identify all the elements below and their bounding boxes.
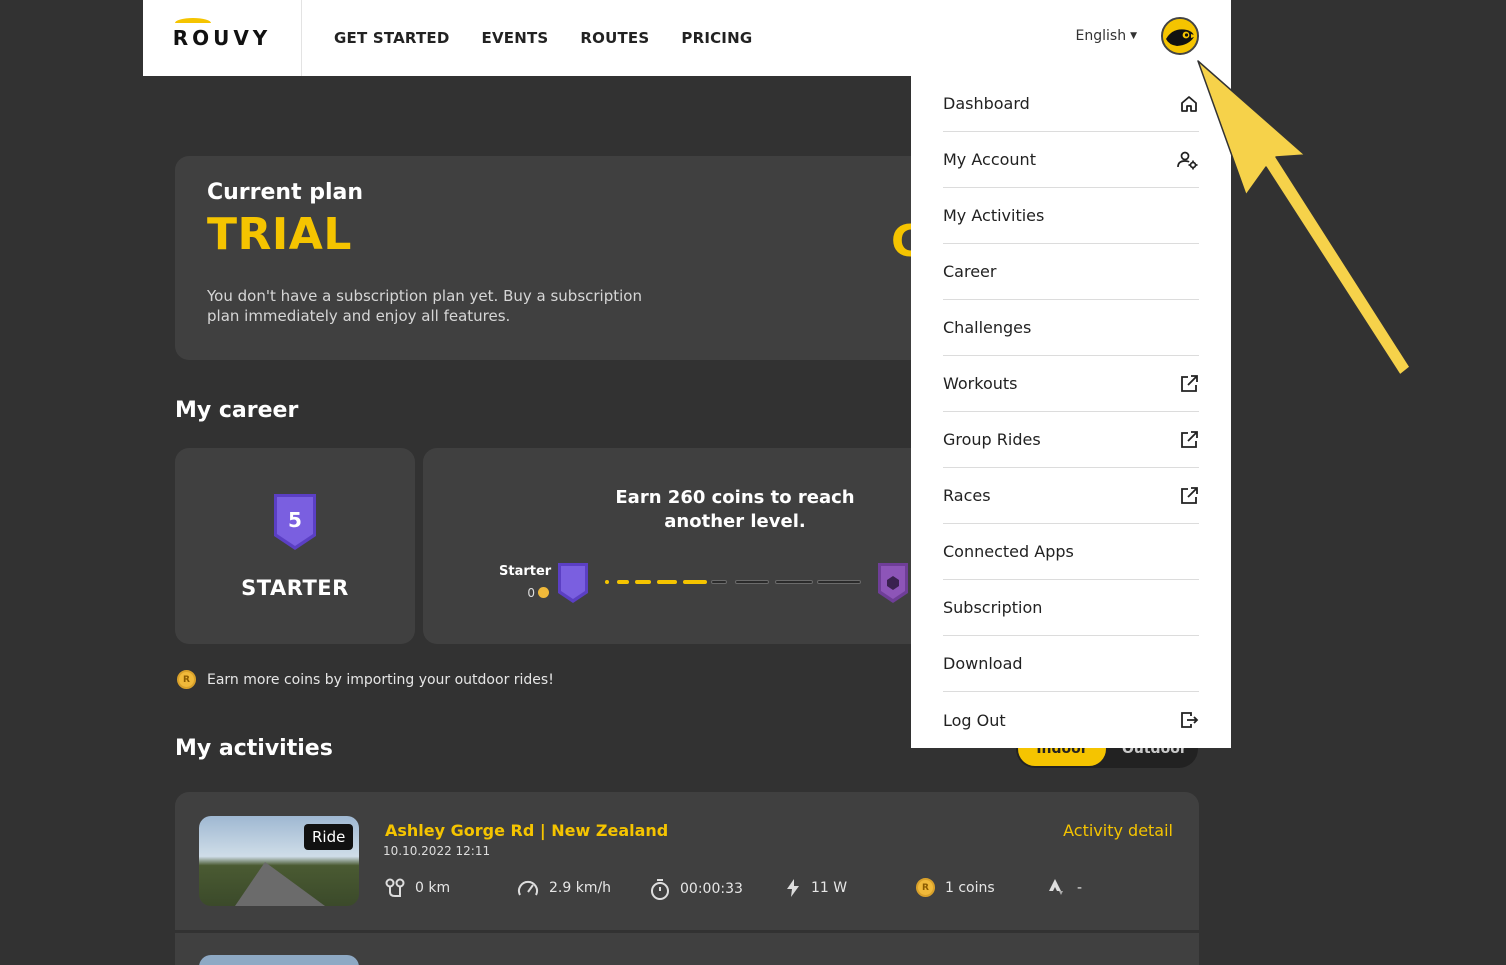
lightning-icon — [787, 879, 799, 897]
plan-description: You don't have a subscription plan yet. … — [207, 287, 642, 325]
progress-segment — [775, 580, 813, 584]
road-image — [235, 862, 325, 906]
menu-item-label: Workouts — [943, 374, 1018, 393]
external-link-icon — [1181, 486, 1198, 504]
level-number: 5 — [288, 508, 302, 532]
menu-item-connected-apps[interactable]: Connected Apps — [943, 524, 1199, 580]
language-selector[interactable]: English ▼ — [1076, 28, 1137, 44]
menu-item-my-account[interactable]: My Account — [943, 132, 1199, 188]
career-level-card: 5 STARTER — [175, 448, 415, 644]
stat-strava: - — [1047, 878, 1082, 898]
menu-item-career[interactable]: Career — [943, 244, 1199, 300]
stat-duration: 00:00:33 — [650, 878, 743, 900]
stat-coins-value: 1 coins — [945, 879, 995, 896]
activity-thumbnail[interactable] — [199, 955, 359, 965]
progress-segment — [657, 580, 677, 584]
external-link-icon — [1181, 430, 1198, 448]
nav-events[interactable]: EVENTS — [482, 29, 549, 47]
menu-item-races[interactable]: Races — [943, 468, 1199, 524]
stat-speed-value: 2.9 km/h — [549, 880, 612, 896]
level-name: STARTER — [241, 576, 349, 600]
menu-item-subscription[interactable]: Subscription — [943, 580, 1199, 636]
caret-down-icon: ▼ — [1130, 31, 1137, 41]
menu-item-challenges[interactable]: Challenges — [943, 300, 1199, 356]
menu-item-label: Races — [943, 486, 991, 505]
menu-item-label: Download — [943, 654, 1023, 673]
progress-segment — [735, 580, 769, 584]
current-level-badge-icon — [558, 563, 588, 603]
menu-item-label: My Account — [943, 150, 1036, 169]
menu-item-workouts[interactable]: Workouts — [943, 356, 1199, 412]
stat-power-value: 11 W — [811, 880, 848, 896]
career-section-title: My career — [175, 398, 299, 423]
progress-segment — [711, 580, 727, 584]
nav-routes[interactable]: ROUTES — [580, 29, 649, 47]
activity-title[interactable]: Ashley Gorge Rd | New Zealand — [385, 821, 668, 840]
coin-icon: R — [177, 670, 196, 689]
current-level-label: Starter — [499, 564, 552, 579]
nav-get-started[interactable]: GET STARTED — [334, 29, 450, 47]
nav-pricing[interactable]: PRICING — [681, 29, 752, 47]
stopwatch-icon — [651, 879, 669, 900]
activity-row: Ride Ashley Gorge Rd | New Zealand 10.10… — [175, 792, 1199, 930]
menu-item-download[interactable]: Download — [943, 636, 1199, 692]
progress-segment — [605, 580, 609, 584]
menu-item-label: Subscription — [943, 598, 1043, 617]
activity-date: 10.10.2022 12:11 — [383, 844, 491, 858]
menu-item-label: Dashboard — [943, 94, 1030, 113]
progress-segment — [635, 580, 651, 584]
activities-section-title: My activities — [175, 736, 333, 761]
next-level-badge-icon — [878, 563, 908, 603]
activity-thumbnail[interactable]: Ride — [199, 816, 359, 906]
strava-icon — [1049, 879, 1063, 895]
stat-distance-value: 0 km — [415, 880, 451, 896]
menu-item-my-activities[interactable]: My Activities — [943, 188, 1199, 244]
activity-row — [175, 933, 1199, 965]
progress-segment — [617, 580, 629, 584]
menu-item-label: My Activities — [943, 206, 1045, 225]
logout-icon — [1181, 712, 1199, 728]
stat-strava-value: - — [1077, 880, 1083, 896]
menu-item-label: Group Rides — [943, 430, 1041, 449]
coin-icon — [538, 587, 549, 598]
level-badge: 5 — [272, 492, 318, 550]
coin-icon: R — [916, 878, 935, 897]
logo-text: ROUVY — [172, 26, 272, 50]
stat-duration-value: 00:00:33 — [680, 881, 743, 897]
progress-segment — [683, 580, 707, 584]
menu-item-label: Connected Apps — [943, 542, 1074, 561]
activity-detail-link[interactable]: Activity detail — [1063, 821, 1173, 840]
coins-count: 0 — [527, 586, 535, 600]
menu-item-group-rides[interactable]: Group Rides — [943, 412, 1199, 468]
logo-container[interactable]: ROUVY — [143, 0, 302, 76]
menu-item-label: Log Out — [943, 710, 1006, 730]
stat-power: 11 W — [785, 878, 847, 898]
speedometer-icon — [518, 880, 538, 896]
menu-item-label: Career — [943, 262, 997, 281]
logo-swoosh-icon — [174, 18, 211, 28]
avatar-bird-icon — [1163, 19, 1197, 53]
coin-hint: R Earn more coins by importing your outd… — [177, 670, 554, 689]
user-avatar[interactable] — [1161, 17, 1199, 55]
earn-coins-text: Earn 260 coins to reach another level. — [615, 487, 855, 532]
stat-coins: R 1 coins — [916, 878, 995, 897]
coin-hint-text: Earn more coins by importing your outdoo… — [207, 671, 554, 688]
language-label: English — [1075, 28, 1127, 44]
menu-item-label: Challenges — [943, 318, 1032, 337]
annotation-arrow-icon — [1197, 60, 1411, 376]
route-icon — [385, 878, 405, 897]
menu-item-dashboard[interactable]: Dashboard — [943, 76, 1199, 132]
rouvy-logo[interactable]: ROUVY — [172, 18, 272, 50]
stat-distance: 0 km — [385, 878, 450, 898]
main-nav: GET STARTED EVENTS ROUTES PRICING — [334, 29, 752, 47]
current-level-coins: 0 — [513, 586, 549, 600]
top-header: ROUVY GET STARTED EVENTS ROUTES PRICING … — [143, 0, 1231, 76]
user-dropdown-menu: Dashboard My Account My Activities Caree… — [911, 76, 1231, 748]
menu-item-log-out[interactable]: Log Out — [943, 692, 1199, 748]
activity-type-tag: Ride — [304, 824, 354, 850]
progress-segment — [817, 580, 861, 584]
stat-speed: 2.9 km/h — [517, 878, 611, 898]
